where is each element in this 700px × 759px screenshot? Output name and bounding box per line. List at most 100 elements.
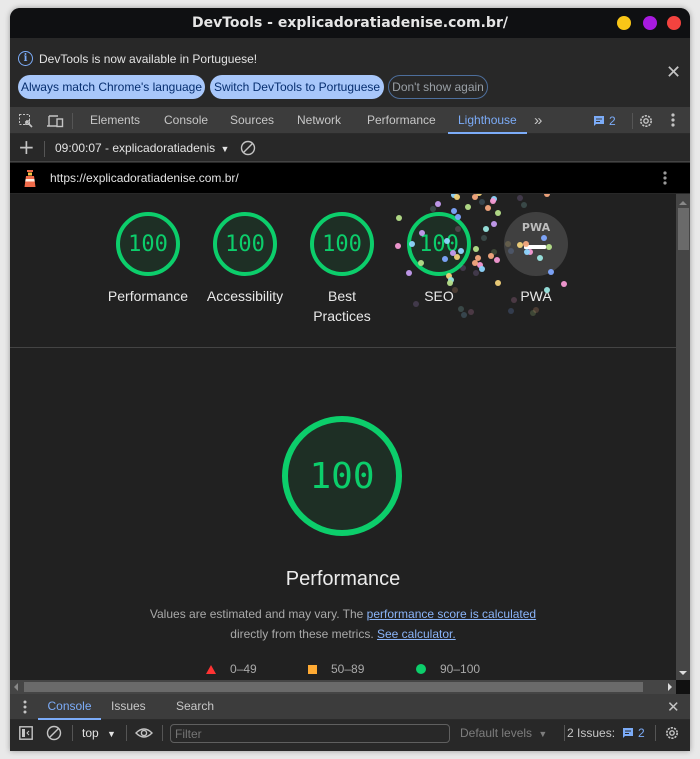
gauge-label: Accessibility [206,288,284,304]
performance-heading: Performance [285,568,401,590]
console-settings-gear-icon[interactable] [664,725,680,744]
confetti-dot [465,204,471,211]
confetti-dot [479,265,486,272]
console-filter-input[interactable] [170,724,450,743]
live-expression-eye-icon[interactable] [135,726,153,743]
vertical-scrollbar[interactable] [676,194,690,680]
sidebar-toggle-icon[interactable] [19,726,33,743]
lighthouse-logo-icon [22,168,38,191]
report-url: https://explicadoratiadenise.com.br/ [50,171,239,185]
tab-sources[interactable]: Sources [230,108,274,134]
scroll-up-icon[interactable] [679,201,687,205]
device-toolbar-icon[interactable] [46,113,64,132]
close-window-button[interactable] [667,16,681,30]
scroll-left-icon[interactable] [14,683,18,691]
circle-icon [416,664,426,674]
gauge-performance[interactable]: 100 Performance [98,212,198,306]
switch-to-portuguese-button[interactable]: Switch DevTools to Portuguese [210,75,384,99]
score-legend: 0–49 50–89 90–100 [10,662,676,678]
tab-elements[interactable]: Elements [90,108,140,134]
drawer-tab-issues[interactable]: Issues [111,694,146,720]
more-options-icon[interactable] [671,112,675,131]
gauge-ring: 100 [213,212,277,276]
confetti-dot [545,243,552,250]
pwa-badge-icon: PWA [504,212,568,276]
always-match-language-button[interactable]: Always match Chrome's language [18,75,205,99]
window-title: DevTools - explicadoratiadenise.com.br/ [192,15,508,31]
drawer-close-icon[interactable]: ✕ [667,698,680,716]
settings-gear-icon[interactable] [638,113,654,132]
drawer-tab-bar: Console Issues Search ✕ [10,694,690,720]
confetti-dot [459,265,466,272]
inspect-element-icon[interactable] [18,113,34,132]
devtools-window: DevTools - explicadoratiadenise.com.br/ … [10,8,690,751]
gauge-label: Best Practices [313,288,371,324]
lighthouse-report: 100 Performance 100 Accessibility 100 Be… [10,194,676,680]
minimize-button[interactable] [617,16,631,30]
confetti-dot [406,270,412,277]
confetti-dot [516,195,523,202]
report-url-bar: https://explicadoratiadenise.com.br/ [10,163,690,193]
log-levels-dropdown[interactable]: Default levels ▼ [460,726,547,740]
toolbar-separator [162,725,163,741]
confetti-dot [473,269,480,276]
tab-performance[interactable]: Performance [367,108,436,134]
confetti-dot [490,197,497,204]
drawer-tab-console[interactable]: Console [38,694,101,720]
legend-pass: 90–100 [416,662,480,676]
score-calculated-link[interactable]: performance score is calculated [367,607,536,621]
gauge-pwa[interactable]: PWA PWA [486,212,586,306]
scroll-down-icon[interactable] [679,671,687,675]
console-toolbar: top ▼ Default levels ▼ 2 Issues: 2 [10,720,690,746]
issues-icon [594,116,604,126]
dont-show-again-button[interactable]: Don't show again [388,75,488,99]
gauge-accessibility[interactable]: 100 Accessibility [195,212,295,306]
confetti-dot [508,308,515,315]
issues-counter[interactable]: 2 [593,114,616,128]
confetti-dot [453,194,460,201]
dropdown-icon: ▼ [538,729,548,739]
issues-icon [623,728,634,738]
confetti-dot [487,252,494,259]
clear-reports-icon[interactable] [240,140,256,159]
drawer-tab-search[interactable]: Search [176,694,214,720]
confetti-dot [461,312,468,319]
scroll-thumb[interactable] [24,682,643,692]
scroll-corner [676,680,690,694]
confetti-dot [532,306,539,313]
dropdown-icon: ▼ [107,729,116,739]
legend-fail: 0–49 [206,662,257,676]
report-selector[interactable]: 09:00:07 - explicadoratiadenis ▼ [55,141,229,155]
tab-network[interactable]: Network [297,108,341,134]
square-icon [308,664,317,674]
console-issues-counter[interactable]: 2 Issues: 2 [567,726,645,740]
scroll-right-icon[interactable] [668,683,672,691]
panel-tab-bar: Elements Console Sources Network Perform… [10,108,690,134]
scroll-thumb[interactable] [678,208,689,250]
confetti-dot [478,199,485,205]
drawer-menu-icon[interactable] [23,699,27,718]
tab-lighthouse[interactable]: Lighthouse [448,108,527,134]
gauge-ring: 100 [310,212,374,276]
context-selector[interactable]: top ▼ [82,726,116,740]
see-calculator-link[interactable]: See calculator. [377,627,456,641]
maximize-button[interactable] [643,16,657,30]
report-menu-icon[interactable] [663,170,667,189]
dropdown-icon: ▼ [220,144,230,154]
gauge-seo[interactable]: 100 SEO [389,212,489,306]
infobar-message: DevTools is now available in Portuguese! [39,51,258,66]
confetti-dot [472,246,479,253]
more-tabs-icon[interactable]: » [534,108,542,134]
tab-console[interactable]: Console [164,108,208,134]
confetti-dot [544,286,551,293]
clear-console-icon[interactable] [46,725,62,744]
horizontal-scrollbar[interactable] [10,680,676,694]
toolbar-separator [44,141,45,157]
new-report-icon[interactable]: + [18,137,35,157]
gauge-best-practices[interactable]: 100 Best Practices [292,212,392,326]
confetti-dot [476,194,483,197]
infobar-close-icon[interactable]: ✕ [666,62,681,83]
title-bar: DevTools - explicadoratiadenise.com.br/ [10,8,690,38]
confetti-dot [516,241,523,248]
confetti-dot [394,242,401,249]
